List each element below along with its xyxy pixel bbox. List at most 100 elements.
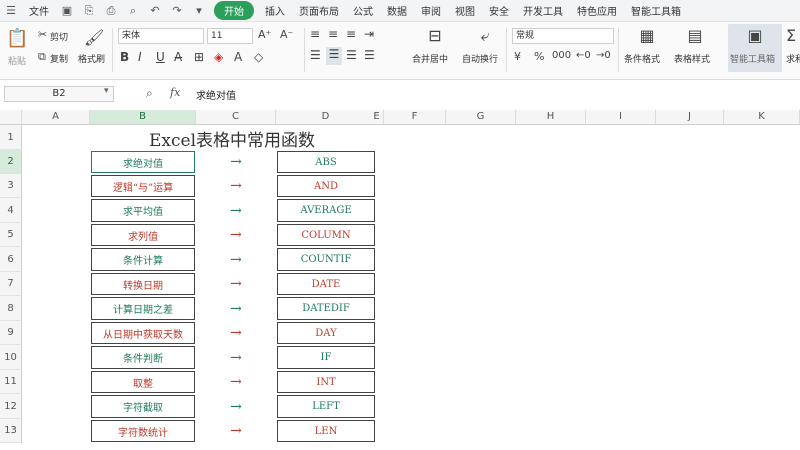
function-cell[interactable]: LEN [277,420,375,442]
row-header[interactable]: 7 [0,272,22,296]
tab-review[interactable]: 审阅 [414,3,448,18]
zoom-search-icon[interactable]: ⌕ [146,86,153,101]
print-preview-icon[interactable]: ⌕ [126,4,140,18]
description-cell[interactable]: 条件计算 [91,248,195,271]
format-painter-button[interactable]: 格式刷 [78,52,105,65]
align-center-icon[interactable]: ☰ [326,47,342,65]
arrow-cell[interactable]: → [196,199,276,222]
description-cell[interactable]: 计算日期之差 [91,297,195,320]
tab-view[interactable]: 视图 [448,3,482,18]
select-all-corner[interactable] [0,110,22,125]
tab-smart-toolbox[interactable]: 智能工具箱 [624,3,688,18]
description-cell[interactable]: 从日期中获取天数 [91,322,195,344]
tab-security[interactable]: 安全 [482,3,516,18]
thousands-icon[interactable]: 000 [552,50,571,61]
strikethrough-icon[interactable]: A̶ [174,50,182,64]
description-cell[interactable]: 条件判断 [91,346,195,369]
scissors-icon[interactable]: ✂ [38,28,47,41]
tab-data[interactable]: 数据 [380,3,414,18]
font-color-icon[interactable]: A [234,50,242,64]
align-top-icon[interactable]: ≡ [310,27,320,41]
function-cell[interactable]: INT [277,371,375,393]
arrow-cell[interactable]: → [196,151,276,173]
currency-icon[interactable]: ¥ [514,50,521,63]
name-box-dropdown-icon[interactable]: ▾ [104,86,109,96]
table-style-icon[interactable]: ▤ [684,26,706,45]
tab-page-layout[interactable]: 页面布局 [292,3,346,18]
row-header[interactable]: 6 [0,247,22,272]
function-cell[interactable]: DAY [277,322,375,344]
merge-center-icon[interactable]: ⊟ [424,26,446,45]
function-cell[interactable]: AND [277,175,375,197]
paste-button[interactable]: 粘贴 [4,54,30,67]
sum-icon[interactable]: Σ [786,26,796,45]
align-middle-icon[interactable]: ≡ [328,27,338,41]
column-header-j[interactable]: J [656,110,724,125]
formula-content[interactable]: 求绝对值 [196,87,236,102]
tab-developer[interactable]: 开发工具 [516,3,570,18]
row-header[interactable]: 1 [0,125,22,150]
description-cell[interactable]: 字符截取 [91,395,195,418]
description-cell[interactable]: 转换日期 [91,273,195,295]
column-header-a[interactable]: A [22,110,90,125]
function-cell[interactable]: ABS [277,151,375,173]
row-header[interactable]: 11 [0,370,22,394]
eraser-icon[interactable]: ◇ [254,50,263,64]
description-cell[interactable]: 逻辑“与”运算 [91,175,195,197]
name-box[interactable]: B2 [4,86,114,102]
number-format-select[interactable]: 常规 [512,28,614,44]
conditional-format-icon[interactable]: ▦ [636,26,658,45]
tab-features[interactable]: 特色应用 [570,3,624,18]
fx-icon[interactable]: fx [170,86,180,99]
undo-icon[interactable]: ↶ [148,4,162,18]
description-cell[interactable]: 求绝对值 [91,151,195,173]
arrow-cell[interactable]: → [196,420,276,442]
hamburger-menu-icon[interactable]: ☰ [4,4,18,18]
more-icon[interactable]: ▾ [192,4,206,18]
description-cell[interactable]: 求列值 [91,224,195,246]
column-header-g[interactable]: G [446,110,516,125]
row-header[interactable]: 2 [0,150,22,174]
border-icon[interactable]: ⊞ [194,50,204,64]
row-header[interactable]: 12 [0,394,22,419]
column-header-h[interactable]: H [516,110,586,125]
sheet-title[interactable]: Excel表格中常用函数 [92,126,372,151]
increase-font-icon[interactable]: A⁺ [258,28,271,41]
function-cell[interactable]: IF [277,346,375,369]
underline-icon[interactable]: U [156,50,165,64]
fill-color-icon[interactable]: ◈ [214,50,223,64]
column-header-b[interactable]: B [90,110,196,125]
sum-button[interactable]: 求和 [786,52,800,65]
format-painter-icon[interactable]: 🖌 [84,28,104,47]
function-cell[interactable]: DATE [277,273,375,295]
arrow-cell[interactable]: → [196,371,276,393]
copy-icon[interactable]: ⧉ [38,50,46,64]
decrease-decimal-icon[interactable]: →0 [596,50,611,61]
font-name-select[interactable]: 宋体 [118,28,204,44]
arrow-cell[interactable]: → [196,322,276,344]
merge-center-button[interactable]: 合并居中 [412,52,448,65]
description-cell[interactable]: 字符数统计 [91,420,195,442]
row-header[interactable]: 3 [0,174,22,198]
column-header-d[interactable]: D [276,110,376,125]
file-menu[interactable]: 文件 [22,3,56,18]
arrow-cell[interactable]: → [196,297,276,320]
arrow-cell[interactable]: → [196,346,276,369]
bold-icon[interactable]: B [120,50,129,64]
decrease-font-icon[interactable]: A⁻ [280,28,293,41]
align-bottom-icon[interactable]: ≡ [346,27,356,41]
wrap-text-icon[interactable]: ⤶ [474,26,496,46]
spreadsheet-grid[interactable]: A B C D E F G H I J K Excel表格中常用函数 12345… [0,110,800,450]
function-cell[interactable]: LEFT [277,395,375,418]
column-header-k[interactable]: K [724,110,800,125]
description-cell[interactable]: 取整 [91,371,195,393]
smart-toolbox-button[interactable]: 智能工具箱 [730,52,775,65]
cut-button[interactable]: 剪切 [50,30,68,43]
save-icon[interactable]: ▣ [60,4,74,18]
indent-icon[interactable]: ⇥ [364,27,374,41]
align-right-icon[interactable]: ☰ [346,48,357,62]
arrow-cell[interactable]: → [196,224,276,246]
row-header[interactable]: 9 [0,321,22,345]
arrow-cell[interactable]: → [196,248,276,271]
smart-toolbox-icon[interactable]: ▣ [744,26,766,45]
